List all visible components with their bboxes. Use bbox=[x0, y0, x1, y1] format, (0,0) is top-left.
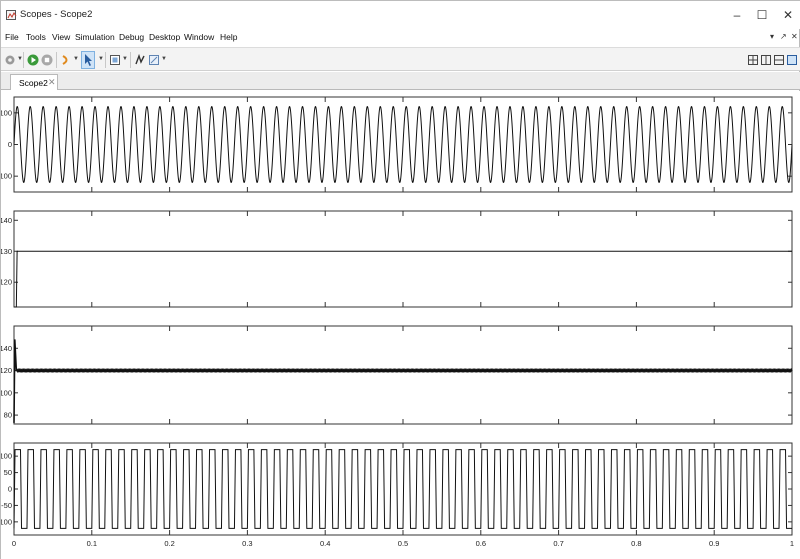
title-bar[interactable]: Scopes - Scope2 – ☐ ✕ bbox=[1, 1, 800, 29]
layout-rows-icon[interactable] bbox=[774, 53, 784, 67]
settings-icon[interactable] bbox=[4, 53, 16, 67]
layout-single-icon[interactable] bbox=[787, 53, 797, 67]
stop-icon[interactable] bbox=[41, 53, 53, 67]
tab-strip: Scope2 ✕ bbox=[1, 72, 800, 90]
axes-3-ytick-label: 80 bbox=[4, 411, 12, 420]
toolbar-separator bbox=[130, 52, 131, 68]
axes-4-xtick-label: 0 bbox=[12, 539, 16, 548]
step-icon[interactable] bbox=[60, 53, 72, 67]
menu-view[interactable]: View bbox=[52, 32, 70, 42]
axes-4-ytick-label: -50 bbox=[1, 501, 12, 510]
dock-close-icon[interactable]: ✕ bbox=[791, 32, 798, 41]
tab-scope2[interactable]: Scope2 ✕ bbox=[10, 74, 58, 90]
axes-2-ytick-label: 120 bbox=[1, 278, 12, 287]
menu-debug[interactable]: Debug bbox=[119, 32, 144, 42]
axes-4-xtick-label: 0.5 bbox=[398, 539, 408, 548]
axes-3-ytick-label: 120 bbox=[1, 366, 12, 375]
layout-columns-icon[interactable] bbox=[761, 53, 771, 67]
tab-label: Scope2 bbox=[19, 78, 48, 88]
axes-1-ytick-label: 0 bbox=[8, 140, 12, 149]
axes-4-xtick-label: 1 bbox=[790, 539, 794, 548]
window-title: Scopes - Scope2 bbox=[20, 9, 93, 20]
pin-menu-icon[interactable]: ▾ bbox=[770, 32, 774, 41]
close-icon[interactable]: ✕ bbox=[777, 6, 799, 24]
axes-2-ytick-label: 140 bbox=[1, 216, 12, 225]
plot-area: 100 0 -100 140 130 120 140 120 100 80 100 50 0 -50 -10… bbox=[1, 91, 800, 559]
axes-2-ytick-label: 130 bbox=[1, 247, 12, 256]
menu-file[interactable]: File bbox=[5, 32, 19, 42]
axes-2-frame bbox=[13, 210, 793, 308]
toolbar-separator bbox=[23, 52, 24, 68]
style-icon[interactable] bbox=[148, 53, 160, 67]
step-dropdown-icon[interactable]: ▼ bbox=[73, 56, 79, 62]
toolbar-separator bbox=[56, 52, 57, 68]
axes-4-xtick-label: 0.6 bbox=[476, 539, 486, 548]
scope-app-icon bbox=[6, 10, 17, 20]
menu-help[interactable]: Help bbox=[220, 32, 237, 42]
style-dropdown-icon[interactable]: ▼ bbox=[161, 56, 167, 62]
axes-1-ytick-label: 100 bbox=[1, 108, 12, 117]
axes-3-ytick-label: 100 bbox=[1, 388, 12, 397]
menu-tools[interactable]: Tools bbox=[26, 32, 46, 42]
axes-4-ytick-label: -100 bbox=[1, 517, 12, 526]
axes-4-xtick-label: 0.4 bbox=[320, 539, 330, 548]
axes-4-xtick-label: 0.7 bbox=[553, 539, 563, 548]
axes-4-xtick-label: 0.3 bbox=[242, 539, 252, 548]
menu-simulation[interactable]: Simulation bbox=[75, 32, 115, 42]
zoom-dropdown-icon[interactable]: ▼ bbox=[122, 56, 128, 62]
layout-2x2-icon[interactable] bbox=[748, 53, 758, 67]
axes-4-ytick-label: 50 bbox=[4, 468, 12, 477]
axes-4-xtick-label: 0.9 bbox=[709, 539, 719, 548]
run-icon[interactable] bbox=[27, 53, 39, 67]
minimize-icon[interactable]: – bbox=[726, 6, 748, 24]
axes-4-xtick-label: 0.8 bbox=[631, 539, 641, 548]
axes-4-ytick-label: 100 bbox=[1, 452, 12, 461]
toolbar-separator bbox=[105, 52, 106, 68]
tab-close-icon[interactable]: ✕ bbox=[48, 77, 56, 88]
axes-4-xtick-label: 0.1 bbox=[87, 539, 97, 548]
menu-bar: File Tools View Simulation Debug Desktop… bbox=[1, 31, 800, 45]
menu-window[interactable]: Window bbox=[184, 32, 214, 42]
zoom-icon[interactable] bbox=[109, 53, 121, 67]
axes-4-xtick-label: 0.2 bbox=[164, 539, 174, 548]
maximize-icon[interactable]: ☐ bbox=[751, 6, 773, 24]
toolbar: ▼ ▼ ▼ ▼ ▼ bbox=[1, 47, 800, 71]
undock-icon[interactable]: ↗ bbox=[780, 32, 787, 41]
axes-4-ytick-label: 0 bbox=[8, 485, 12, 494]
triggers-icon[interactable] bbox=[134, 53, 146, 67]
menu-desktop[interactable]: Desktop bbox=[149, 32, 180, 42]
axes-3-frame bbox=[13, 325, 793, 425]
axes-1-ytick-label: -100 bbox=[1, 172, 12, 181]
cursor-icon[interactable] bbox=[83, 53, 93, 67]
cursor-dropdown-icon[interactable]: ▼ bbox=[98, 56, 104, 62]
scope-plots: 100 0 -100 140 130 120 140 120 100 80 100 50 0 -50 -10… bbox=[1, 96, 794, 548]
axes-3-ytick-label: 140 bbox=[1, 344, 12, 353]
scope-window: Scopes - Scope2 – ☐ ✕ File Tools View Si… bbox=[0, 0, 800, 559]
